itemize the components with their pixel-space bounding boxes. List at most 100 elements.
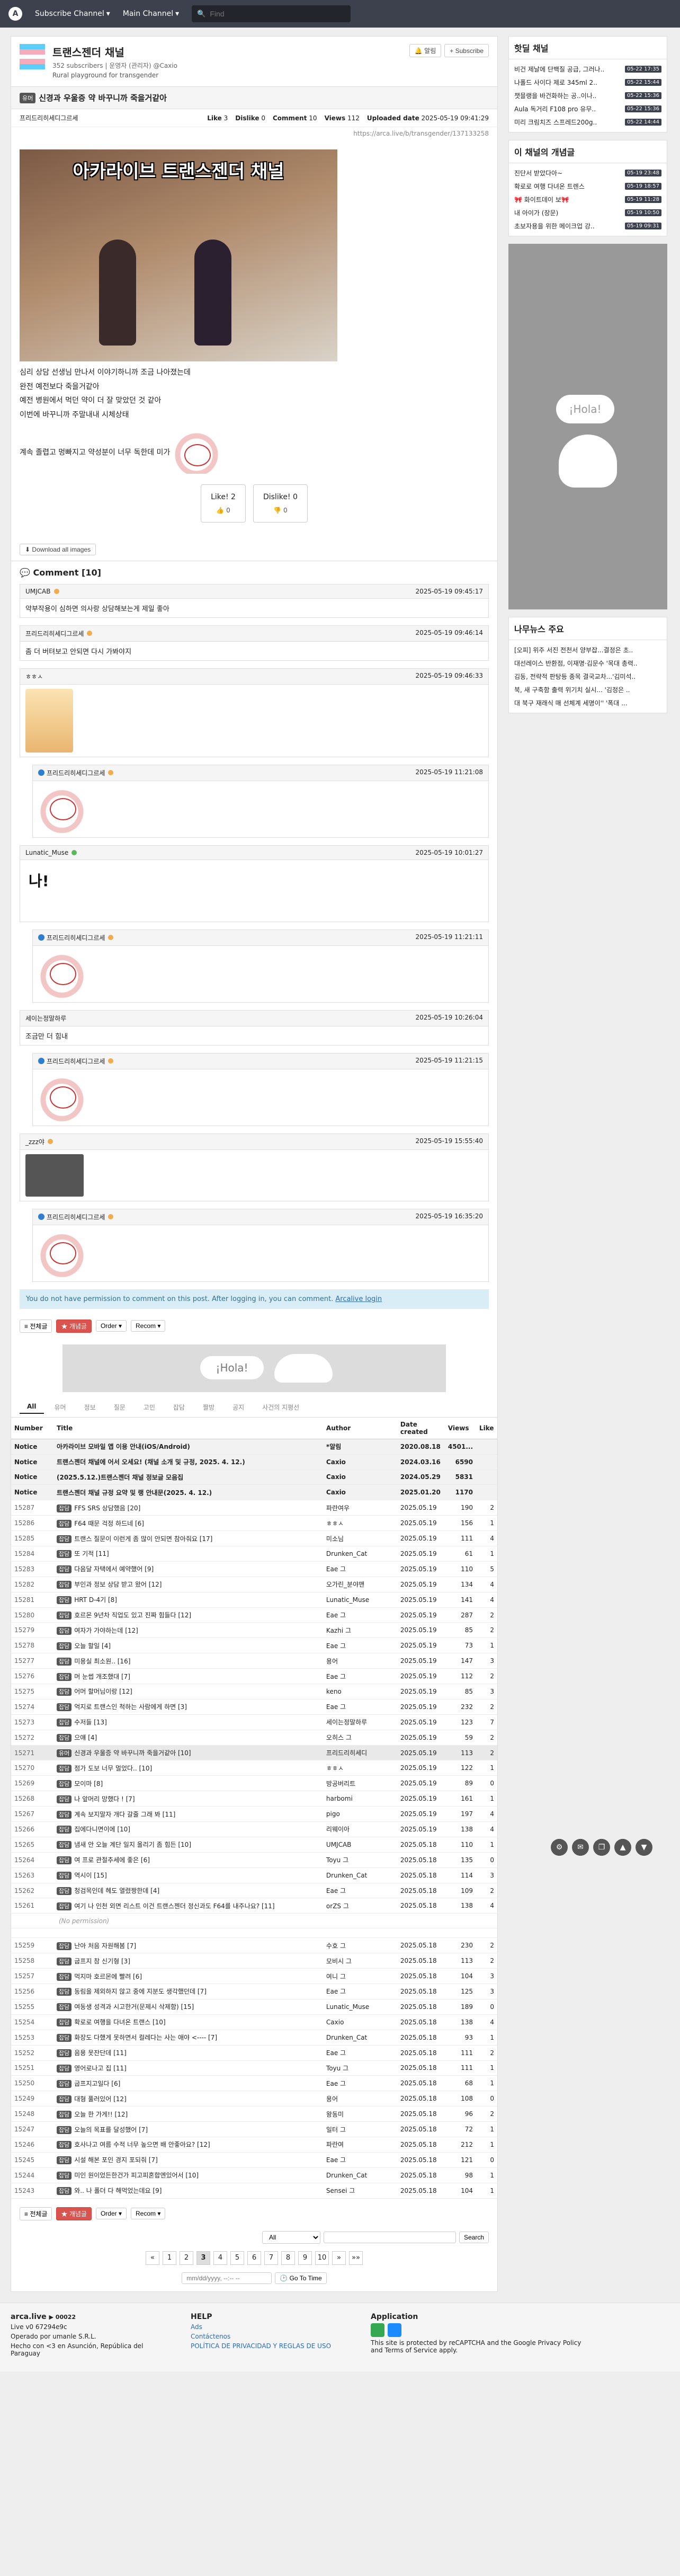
table-row[interactable]: 15259 잡담 난아 처음 자원해봄 [7] 수호 그 2025.05.18 230 2 — [11, 1937, 497, 1954]
tab-question[interactable]: 질문 — [106, 1401, 133, 1414]
scroll-up-icon[interactable]: ▲ — [614, 1839, 631, 1856]
table-row[interactable]: 15257 잡담 먹지마 호르몬에 빨려 [6] 여니 그 2025.05.18 104 3 — [11, 1968, 497, 1985]
search-box[interactable]: 🔍 — [192, 5, 351, 22]
post-title-link[interactable]: 오늘 할일 [4] — [74, 1642, 111, 1650]
commenter-name[interactable]: 프리드리히세디그르세 — [47, 933, 105, 942]
post-title-link[interactable]: 난아 처음 자원해봄 [7] — [74, 1942, 136, 1950]
table-row[interactable]: 15244 잡담 미인 원이었든한건가 피고피혼합엔있어서 [10] Drunken_… — [11, 2167, 497, 2183]
post-title-link[interactable]: 미인 원이었든한건가 피고피혼합엔있어서 [10] — [74, 2172, 199, 2179]
post-title-link[interactable]: 냄새 안 오늘 계단 일지 올리기 좀 힘든 [10] — [74, 1841, 191, 1848]
hotdeal-title[interactable]: 핫딜 채널 — [509, 37, 667, 59]
table-row[interactable]: 15267 잡담 계속 보지말자 개다 갈줄 그래 봐 [11] pigo 2025.0… — [11, 1806, 497, 1822]
post-title-link[interactable]: 굽프지 참 신기형 [3] — [74, 1958, 130, 1965]
table-row[interactable]: 15261 잡담 여기 나 인천 외면 리스트 이건 트랜스젠더 정신과도 F64를… — [11, 1898, 497, 1914]
table-row[interactable]: 15280 잡담 호르몬 9년차 직업도 있고 진짜 힘들다 [12] Eae 그 20… — [11, 1607, 497, 1623]
table-row[interactable]: 15271 유머 신경과 우울증 약 바꾸니까 죽을거같아 [10] 프리드리히세디 2… — [11, 1745, 497, 1761]
post-title-link[interactable]: 트랜스 질문이 이런게 좀 많이 안되면 참아줘요 [17] — [74, 1535, 212, 1543]
alarm-button[interactable]: 🔔 알림 — [409, 44, 442, 57]
notice-row[interactable]: Notice (2025.5.12.)트랜스젠더 채널 정보글 모음집 Caxio 2… — [11, 1470, 497, 1485]
post-title-link[interactable]: 굽프지고일다 [6] — [74, 2080, 120, 2087]
table-row[interactable]: 15270 잡담 점가 도보 너무 멀었다.. [10] ㅎㅎㅅ 2025.05.19 1… — [11, 1760, 497, 1776]
recom-select[interactable]: Recom ▾ — [131, 2208, 166, 2220]
post-title-link[interactable]: 점가 도보 너무 멀었다.. [10] — [74, 1765, 152, 1772]
commenter-name[interactable]: 프리드리히세디그르세 — [47, 1057, 105, 1066]
footer-brand[interactable]: arca.live — [11, 2313, 47, 2321]
table-row[interactable]: 15268 잡담 나 앞머리 망했다 ! [7] harbomi 2025.05.19 1… — [11, 1791, 497, 1807]
tab-notice[interactable]: 공지 — [225, 1401, 252, 1414]
all-posts-button[interactable]: ≡ 전체글 — [20, 2207, 52, 2220]
post-title-link[interactable]: 억지로 트랜스인 척하는 사람에게 하면 [3] — [74, 1703, 187, 1711]
best-posts-button[interactable]: ★ 개념글 — [56, 2207, 92, 2220]
sidebar-item[interactable]: 🎀 화이트데이 보🎀 05-19 11:28 — [509, 193, 667, 206]
table-row[interactable]: 15274 잡담 억지로 트랜스인 척하는 사람에게 하면 [3] Eae 그 2025… — [11, 1699, 497, 1715]
table-row[interactable]: 15251 잡담 영어로나고 집 [11] Toyu 그 2025.05.18 111 1 — [11, 2060, 497, 2076]
post-title-link[interactable]: 계속 보지말자 개다 갈줄 그래 봐 [11] — [74, 1811, 175, 1818]
post-title-link[interactable]: 여자가 가야하는데 [12] — [74, 1627, 138, 1634]
table-row[interactable]: 15286 잡담 F64 때문 걱정 하드네 [6] ㅎㅎㅅ 2025.05.19 156… — [11, 1515, 497, 1532]
concept-title[interactable]: 이 채널의 개념글 — [509, 140, 667, 163]
page-button[interactable]: »» — [349, 2251, 363, 2265]
page-button[interactable]: 5 — [230, 2251, 244, 2265]
table-row[interactable]: 15247 잡담 오늘의 목표를 달성했어 [7] 일터 그 2025.05.18 72 1 — [11, 2121, 497, 2137]
post-title-link[interactable]: 역시이 [15] — [74, 1872, 107, 1879]
commenter-name[interactable]: ㅎㅎㅅ — [25, 672, 43, 681]
news-item[interactable]: 김동, 전략적 판탕등 종목 결국교차...'김미석.. — [509, 670, 667, 683]
post-title-link[interactable]: 집에다니면이에 [10] — [74, 1826, 130, 1833]
table-row[interactable]: 15283 잡담 다음달 자택에서 예약했어 [9] Eae 그 2025.05.19 1… — [11, 1561, 497, 1577]
app-store-icon[interactable] — [388, 2323, 401, 2337]
table-row[interactable]: 15245 잡담 시설 해본 포인 경지 포되줘 [7] Eae 그 2025.05.1… — [11, 2152, 497, 2168]
post-title-link[interactable]: 여기 나 인천 외면 리스트 이건 트랜스젠더 정신과도 F64를 내주나요? … — [74, 1902, 274, 1910]
table-row[interactable]: 15281 잡담 HRT D-4기 [8] Lunatic_Muse 2025.05.1… — [11, 1592, 497, 1608]
news-item[interactable]: 대 북구 재래식 매 선체계 세명이'' '폭대 ... — [509, 696, 667, 710]
post-title-link[interactable]: 수저들 [13] — [74, 1719, 107, 1726]
post-title-link[interactable]: 신경과 우울증 약 바꾸니까 죽을거같아 [10] — [74, 1749, 191, 1757]
news-item[interactable]: [오피] 위주 서진 전천서 양부잡...결정은 초.. — [509, 643, 667, 657]
ad-banner[interactable] — [62, 1344, 446, 1392]
post-title-link[interactable]: 호르몬 9년차 직업도 있고 진짜 힘들다 [12] — [74, 1612, 191, 1619]
footer-ads-link[interactable]: Ads — [191, 2323, 350, 2331]
sidebar-item[interactable]: 초보자용을 위한 메이크업 강.. 05-19 09:31 — [509, 219, 667, 233]
table-row[interactable]: 15265 잡담 냄새 안 오늘 계단 일지 올리기 좀 힘든 [10] UMJCAB… — [11, 1837, 497, 1853]
sidebar-item[interactable]: 내 아이가 (장문) 05-19 10:50 — [509, 206, 667, 219]
table-row[interactable]: 15253 잡담 화장도 다했게 못하면서 컬레다는 사는 애야 <---- [7]… — [11, 2030, 497, 2046]
post-title-link[interactable]: 어머 할머님이랑 [12] — [74, 1688, 132, 1695]
table-row[interactable]: 15262 잡담 청검목인데 헤도 열렸짱한데 [4] Eae 그 2025.05.18… — [11, 1883, 497, 1899]
comment-image[interactable] — [25, 864, 73, 917]
table-row[interactable]: 15275 잡담 어머 할머님이랑 [12] keno 2025.05.19 85 3 — [11, 1684, 497, 1699]
search-input[interactable] — [210, 10, 337, 18]
tab-image[interactable]: 짤방 — [195, 1401, 222, 1414]
settings-icon[interactable]: ⚙ — [551, 1839, 568, 1856]
post-title-link[interactable]: 대형 풀러있어 [12] — [74, 2095, 127, 2103]
post-title-link[interactable]: 부인과 정보 상담 받고 왔어 [12] — [74, 1581, 162, 1588]
commenter-name[interactable]: 프리드리히세디그르세 — [25, 629, 84, 638]
table-row[interactable]: 15266 잡담 집에다니면이에 [10] 리웨이아 2025.05.19 138 4 — [11, 1821, 497, 1837]
sidebar-item[interactable]: 비건 제날에 단백질 공급, 그러나.. 05-22 17:35 — [509, 63, 667, 76]
table-row[interactable]: 15256 잡담 동림을 제외하지 않고 중에 지분도 생각했던데 [7] Eae 그… — [11, 1984, 497, 1999]
post-title-link[interactable]: 모이마 [8] — [74, 1780, 103, 1787]
sidebar-item[interactable]: 나폴드 사이다 제로 345ml 2.. 05-22 15:44 — [509, 76, 667, 89]
post-title-link[interactable]: 먹지마 호르몬에 빨려 [6] — [74, 1973, 142, 1980]
main-channel-menu[interactable]: Main Channel ▾ — [123, 10, 179, 18]
article-author[interactable]: 프리드리히세디그르세 — [20, 113, 78, 122]
table-row[interactable]: 15255 잡담 여동생 성격과 시고한거(문제시 삭제함) [15] Lunatic… — [11, 1999, 497, 2015]
sidebar-item[interactable]: 확로로 여행 다녀온 트렌스 05-19 18:57 — [509, 180, 667, 193]
like-vote-button[interactable]: Like! 2 👍 0 — [201, 484, 246, 523]
site-logo[interactable]: A — [8, 7, 22, 21]
post-title-link[interactable]: 확로로 여행을 다녀온 트랜스 [10] — [74, 2019, 165, 2026]
sidebar-item[interactable]: 챗믈랭을 바건화하는 공..이나.. 05-22 15:36 — [509, 89, 667, 102]
post-title-link[interactable]: 으얘 [4] — [74, 1734, 97, 1741]
post-title-link[interactable]: 오늘 한 가게!! [12] — [74, 2111, 128, 2118]
commenter-name[interactable]: 프리드리히세디그르세 — [47, 1212, 105, 1221]
notice-row[interactable]: Notice 트랜스젠더 채널 규정 요약 및 랭 안내문(2025. 4. 12… — [11, 1484, 497, 1501]
table-row[interactable]: 15246 잡담 호사나고 여름 수적 너무 높으면 배 안좋아요? [12] 파란여… — [11, 2137, 497, 2153]
notice-row[interactable]: Notice 아카라이브 모바일 앱 이용 안내(iOS/Android) *알림 2… — [11, 1439, 497, 1455]
table-row[interactable]: 15258 잡담 굽프지 참 신기형 [3] 모비시 그 2025.05.18 113 2 — [11, 1953, 497, 1969]
channel-flag-icon[interactable] — [20, 44, 45, 69]
sidebar-item[interactable]: 미리 크림치즈 스프레드200g.. 05-22 14:44 — [509, 116, 667, 129]
sidebar-item[interactable]: 진단서 받았다아~ 05-19 23:48 — [509, 166, 667, 180]
scroll-down-icon[interactable]: ▼ — [636, 1839, 652, 1856]
page-button[interactable]: 7 — [264, 2251, 278, 2265]
news-title[interactable]: 나무뉴스 주요 — [509, 617, 667, 640]
best-posts-button[interactable]: ★ 개념글 — [56, 1319, 92, 1333]
all-posts-button[interactable]: ≡ 전체글 — [20, 1319, 52, 1333]
